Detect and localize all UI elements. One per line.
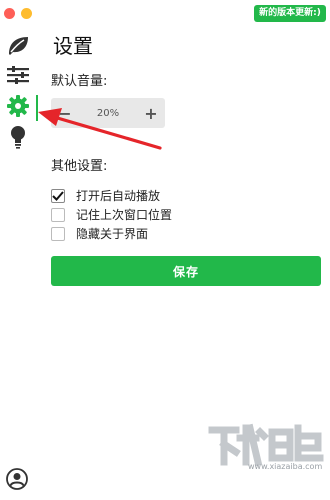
sidebar xyxy=(0,30,36,500)
option-remember-window[interactable]: 记住上次窗口位置 xyxy=(51,205,172,224)
autoplay-checkbox[interactable] xyxy=(51,188,65,203)
save-button[interactable]: 保存 xyxy=(51,256,321,286)
window-controls xyxy=(4,8,32,19)
sidebar-item-settings[interactable] xyxy=(5,93,31,119)
volume-increment-button[interactable]: + xyxy=(137,98,165,128)
sidebar-item-tips[interactable] xyxy=(5,124,31,150)
option-label: 打开后自动播放 xyxy=(76,189,161,203)
page-title: 设置 xyxy=(53,34,93,58)
site-watermark-logo xyxy=(208,423,324,467)
minimize-window-button[interactable] xyxy=(21,8,32,19)
account-button[interactable] xyxy=(6,468,28,490)
other-settings-label: 其他设置: xyxy=(51,159,108,174)
option-autoplay[interactable]: 打开后自动播放 xyxy=(51,186,172,205)
sliders-icon xyxy=(7,66,29,84)
volume-decrement-button[interactable]: − xyxy=(51,98,79,128)
sidebar-item-leaf[interactable] xyxy=(5,32,31,58)
volume-stepper: − 20% + xyxy=(51,98,165,128)
update-badge[interactable]: 新的版本更新:) xyxy=(254,5,326,22)
volume-value: 20% xyxy=(96,107,120,119)
leaf-icon xyxy=(9,37,28,55)
hide-about-checkbox[interactable] xyxy=(51,226,65,241)
watermark-url: www.xiazaiba.com xyxy=(248,462,323,471)
other-settings-list: 打开后自动播放 记住上次窗口位置 隐藏关于界面 xyxy=(51,186,172,243)
active-indicator xyxy=(36,95,38,121)
option-hide-about[interactable]: 隐藏关于界面 xyxy=(51,224,172,243)
account-icon xyxy=(6,468,28,490)
close-window-button[interactable] xyxy=(4,8,15,19)
lightbulb-icon xyxy=(11,126,25,149)
option-label: 记住上次窗口位置 xyxy=(76,208,173,222)
gear-icon xyxy=(7,95,29,117)
remember-window-checkbox[interactable] xyxy=(51,207,65,222)
checkmark-icon xyxy=(52,190,64,201)
sidebar-item-sliders[interactable] xyxy=(5,62,31,88)
volume-label: 默认音量: xyxy=(51,74,108,89)
option-label: 隐藏关于界面 xyxy=(76,227,149,241)
